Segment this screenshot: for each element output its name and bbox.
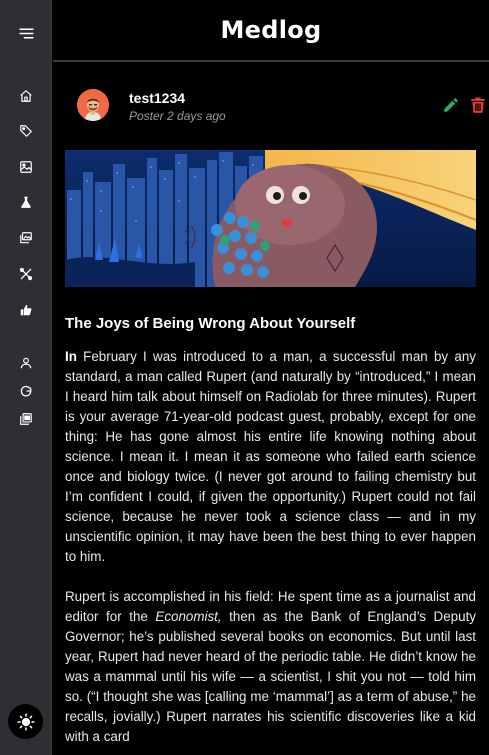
user-icon [20,357,32,369]
images-icon [20,232,32,244]
post-header: test1234 Poster 2 days ago [65,64,485,146]
image-icon [20,161,32,173]
sidebar-item-image[interactable] [0,155,52,179]
flask-icon [21,196,31,208]
gallery-icon [20,413,32,425]
post-paragraph: In February I was introduced to a man, a… [65,347,476,567]
paragraph-text: then as the Bank of England’s Deputy Gov… [65,609,476,744]
sidebar [0,0,52,755]
post-title: The Joys of Being Wrong About Yourself [65,315,356,332]
cover-illustration [65,150,476,287]
user-avatar-illustration [77,89,109,121]
sun-icon [16,712,35,731]
edit-post-button[interactable] [442,96,460,118]
post-card: test1234 Poster 2 days ago The Joys of B… [53,64,489,755]
pencil-icon [444,98,458,112]
post-timestamp: Poster 2 days ago [129,109,226,123]
post-author[interactable]: test1234 [129,90,185,106]
sidebar-item-images[interactable] [0,226,52,250]
sidebar-item-lab[interactable] [0,190,52,214]
tools-icon [19,267,33,281]
emphasis-text: Economist, [155,609,222,624]
trash-icon [471,97,485,113]
sidebar-item-logout[interactable] [0,379,52,403]
sidebar-item-tag[interactable] [0,119,52,143]
hamburger-icon [18,28,34,38]
logout-icon [20,385,32,397]
post-cover-image [65,150,476,287]
theme-toggle-button[interactable] [8,704,43,739]
sidebar-item-profile[interactable] [0,351,52,375]
post-paragraph: Rupert is accomplished in his field: He … [65,587,476,747]
post-body: In February I was introduced to a man, a… [65,347,476,755]
sidebar-item-tools[interactable] [0,262,52,286]
avatar[interactable] [77,89,109,121]
delete-post-button[interactable] [469,95,487,119]
app-header: Medlog [53,0,489,62]
home-icon [20,90,32,102]
app-title: Medlog [220,16,322,44]
sidebar-item-home[interactable] [0,84,52,108]
hand-icon [20,305,32,316]
sidebar-item-gallery[interactable] [0,407,52,431]
paragraph-text: February I was introduced to a man, a su… [65,349,476,564]
lead-word: In [65,349,77,364]
sidebar-item-hand[interactable] [0,298,52,322]
menu-button[interactable] [0,20,52,46]
tag-icon [20,125,32,137]
